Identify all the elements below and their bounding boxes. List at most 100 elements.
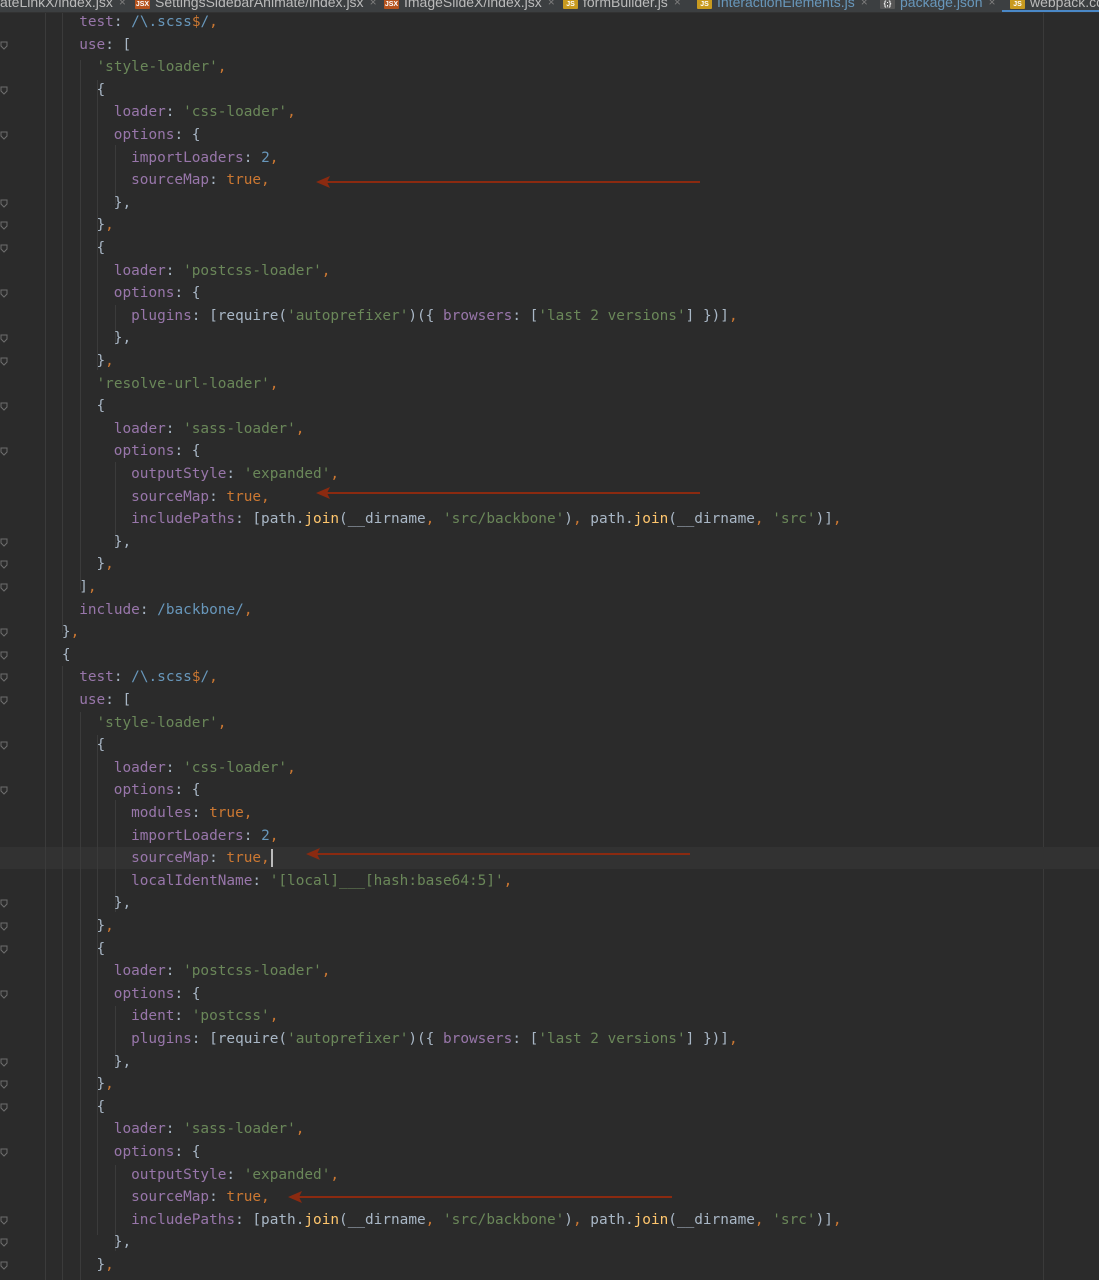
code-line[interactable]: sourceMap: true,	[131, 486, 270, 508]
fold-toggle-icon[interactable]	[0, 1238, 8, 1248]
code-line[interactable]: {	[97, 79, 106, 101]
fold-toggle-icon[interactable]	[0, 673, 8, 683]
code-line[interactable]: loader: 'postcss-loader',	[114, 960, 331, 982]
code-line[interactable]: },	[97, 350, 114, 372]
close-tab-icon[interactable]: ×	[989, 0, 996, 12]
code-line[interactable]: 'style-loader',	[97, 712, 227, 734]
code-token: 'style-loader'	[96, 59, 218, 76]
code-line[interactable]: localIdentName: '[local]___[hash:base64:…	[131, 870, 512, 892]
code-line[interactable]: use: [	[79, 689, 131, 711]
code-line[interactable]: {	[62, 644, 71, 666]
code-line[interactable]: },	[97, 915, 114, 937]
code-line[interactable]: options: {	[114, 1141, 201, 1163]
fold-toggle-icon[interactable]	[0, 1216, 8, 1225]
fold-toggle-icon[interactable]	[0, 651, 8, 660]
code-line[interactable]: },	[114, 531, 131, 553]
fold-toggle-icon[interactable]	[0, 583, 8, 592]
fold-toggle-icon[interactable]	[0, 199, 8, 208]
code-line[interactable]: outputStyle: 'expanded',	[131, 463, 339, 485]
code-line[interactable]: loader: 'css-loader',	[114, 757, 296, 779]
code-line[interactable]: loader: 'postcss-loader',	[114, 260, 331, 282]
code-line[interactable]: test: /\.scss$/,	[79, 11, 218, 33]
fold-toggle-icon[interactable]	[0, 41, 8, 50]
code-line[interactable]: 'resolve-url-loader',	[97, 373, 279, 395]
code-line[interactable]: importLoaders: 2,	[131, 825, 278, 847]
code-line[interactable]: },	[114, 892, 131, 914]
fold-toggle-icon[interactable]	[0, 244, 8, 253]
fold-toggle-icon[interactable]	[0, 1103, 8, 1112]
fold-toggle-icon[interactable]	[0, 786, 8, 796]
code-line[interactable]: options: {	[114, 779, 201, 801]
close-tab-icon[interactable]: ×	[548, 0, 555, 12]
code-line[interactable]: outputStyle: 'expanded',	[131, 1164, 339, 1186]
fold-toggle-icon[interactable]	[0, 221, 8, 231]
editor-tab[interactable]: JS formBuilder.js ×	[563, 0, 681, 12]
code-line[interactable]: options: {	[114, 124, 201, 146]
fold-toggle-icon[interactable]	[0, 334, 8, 344]
code-line[interactable]: importLoaders: 2,	[131, 147, 278, 169]
fold-toggle-icon[interactable]	[0, 357, 8, 366]
code-line[interactable]: sourceMap: true,	[131, 1186, 270, 1208]
code-line[interactable]: {	[97, 395, 106, 417]
gutter[interactable]	[0, 13, 18, 1280]
code-line[interactable]: plugins: [require('autoprefixer')({ brow…	[131, 1028, 738, 1050]
code-line[interactable]: ident: 'postcss',	[131, 1005, 278, 1027]
code-line[interactable]: includePaths: [path.join(__dirname, 'src…	[131, 1209, 841, 1231]
close-tab-icon[interactable]: ×	[370, 0, 377, 12]
close-tab-icon[interactable]: ×	[674, 0, 681, 12]
fold-toggle-icon[interactable]	[0, 1148, 8, 1157]
fold-toggle-icon[interactable]	[0, 560, 8, 570]
code-line[interactable]: },	[62, 621, 79, 643]
fold-toggle-icon[interactable]	[0, 402, 8, 411]
code-line[interactable]: options: {	[114, 983, 201, 1005]
fold-toggle-icon[interactable]	[0, 1080, 8, 1089]
code-line[interactable]: },	[97, 1073, 114, 1095]
code-line[interactable]: },	[114, 1051, 131, 1073]
code-line[interactable]: test: /\.scss$/,	[79, 666, 218, 688]
code-line[interactable]: },	[114, 192, 131, 214]
code-line[interactable]: },	[97, 1254, 114, 1276]
code-line[interactable]: sourceMap: true,	[131, 169, 270, 191]
code-token: true,	[226, 488, 270, 505]
code-line[interactable]: loader: 'sass-loader',	[114, 418, 305, 440]
fold-toggle-icon[interactable]	[0, 628, 8, 637]
fold-toggle-icon[interactable]	[0, 1058, 8, 1067]
code-line[interactable]: use: [	[79, 34, 131, 56]
code-line[interactable]: options: {	[114, 440, 201, 462]
fold-toggle-icon[interactable]	[0, 538, 8, 547]
code-line[interactable]: modules: true,	[131, 802, 252, 824]
fold-toggle-icon[interactable]	[0, 289, 8, 298]
code-line[interactable]: ],	[79, 576, 96, 598]
fold-toggle-icon[interactable]	[0, 899, 8, 909]
code-line[interactable]: },	[114, 1231, 131, 1253]
code-line[interactable]: {	[97, 938, 106, 960]
code-line[interactable]: plugins: [require('autoprefixer')({ brow…	[131, 305, 738, 327]
fold-toggle-icon[interactable]	[0, 741, 8, 750]
fold-toggle-icon[interactable]	[0, 922, 8, 931]
fold-toggle-icon[interactable]	[0, 131, 8, 140]
code-line[interactable]: sourceMap: true,	[131, 847, 273, 869]
code-line[interactable]: include: /backbone/,	[79, 599, 252, 621]
code-line[interactable]: {	[97, 237, 106, 259]
editor-tab[interactable]: JSX ImageSlideX/index.jsx ×	[384, 0, 555, 12]
code-line[interactable]: {	[97, 1096, 106, 1118]
code-line[interactable]: loader: 'css-loader',	[114, 101, 296, 123]
editor-tab[interactable]: {;} package.json ×	[880, 0, 996, 12]
code-line[interactable]: loader: 'sass-loader',	[114, 1118, 305, 1140]
fold-toggle-icon[interactable]	[0, 990, 8, 999]
editor-tab[interactable]: JS InteractionElements.js ×	[697, 0, 868, 12]
code-line[interactable]: },	[114, 327, 131, 349]
code-line[interactable]: },	[97, 214, 114, 236]
code-editor[interactable]: ateLinkX/index.jsx × JSX SettingsSidebarAni…	[0, 0, 1099, 1280]
code-line[interactable]: {	[97, 734, 106, 756]
fold-toggle-icon[interactable]	[0, 447, 8, 457]
close-tab-icon[interactable]: ×	[861, 0, 868, 12]
fold-toggle-icon[interactable]	[0, 1261, 8, 1270]
code-line[interactable]: options: {	[114, 282, 201, 304]
fold-toggle-icon[interactable]	[0, 945, 8, 954]
code-line[interactable]: 'style-loader',	[97, 56, 227, 78]
fold-toggle-icon[interactable]	[0, 696, 8, 705]
fold-toggle-icon[interactable]	[0, 86, 8, 95]
code-line[interactable]: includePaths: [path.join(__dirname, 'src…	[131, 508, 841, 530]
code-line[interactable]: },	[97, 553, 114, 575]
